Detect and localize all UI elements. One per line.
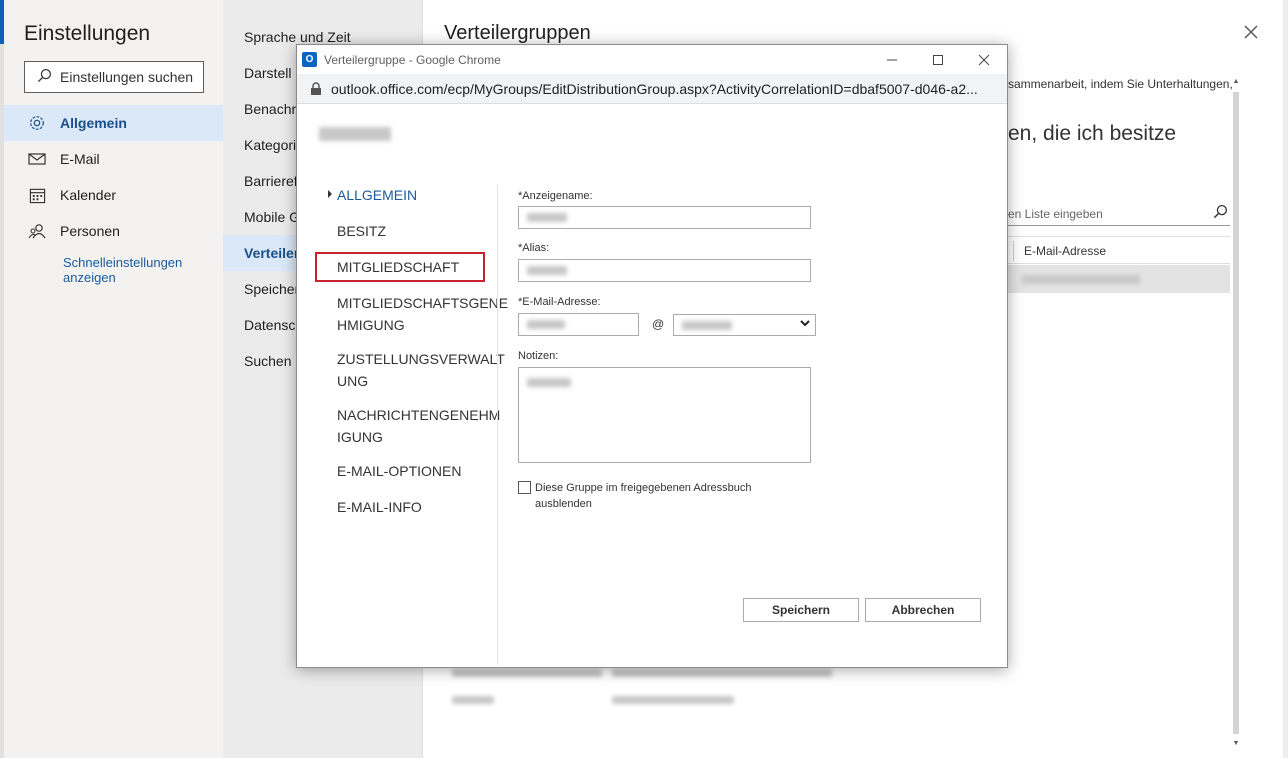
email-local-input[interactable] (518, 313, 639, 336)
minimize-button[interactable] (870, 48, 914, 72)
display-name-label: *Anzeigename: (518, 190, 593, 202)
nav-item-label: Kalender (60, 187, 117, 203)
tab-email-optionen[interactable]: E-MAIL-OPTIONEN (337, 460, 497, 482)
distribution-group-dialog: O Verteilergruppe - Google Chrome outloo… (296, 44, 1008, 668)
window-title: Verteilergruppe - Google Chrome (324, 53, 501, 67)
tab-allgemein[interactable]: ALLGEMEIN (337, 184, 497, 206)
active-tab-arrow-icon (328, 190, 332, 198)
table-row[interactable] (1008, 265, 1230, 293)
email-domain-select[interactable] (673, 314, 816, 336)
chevron-down-icon (799, 317, 811, 332)
right-edge-strip (1283, 0, 1288, 758)
highlight-annotation-box (315, 252, 485, 282)
content-subheading: en, die ich besitze (1008, 122, 1177, 145)
alias-label: *Alias: (518, 242, 550, 254)
settings-nav-pane: Einstellungen Einstellungen suchen Allge… (4, 0, 223, 758)
nav-item-kalender[interactable]: Kalender (4, 177, 223, 213)
save-button[interactable]: Speichern (743, 598, 859, 622)
notes-textarea[interactable] (518, 367, 811, 463)
window-titlebar[interactable]: O Verteilergruppe - Google Chrome (297, 45, 1007, 74)
nav-item-label: Personen (60, 223, 120, 239)
display-name-input[interactable] (518, 206, 811, 229)
content-description: sammenarbeit, indem Sie Unterhaltungen, (1008, 77, 1233, 91)
search-icon[interactable] (1213, 204, 1228, 222)
nav-item-label: Allgemein (60, 115, 127, 131)
page-title: Verteilergruppen (444, 22, 591, 44)
column-header-email[interactable]: E-Mail-Adresse (1024, 244, 1106, 258)
settings-search-box[interactable]: Einstellungen suchen (24, 61, 204, 93)
maximize-button[interactable] (916, 48, 960, 72)
list-search-placeholder: en Liste eingeben (1008, 206, 1103, 221)
email-label: *E-Mail-Adresse: (518, 296, 601, 308)
settings-title: Einstellungen (24, 22, 151, 45)
tab-mitgliedschaftsgenehmigung[interactable]: MITGLIEDSCHAFTSGENE HMIGUNG (337, 292, 508, 336)
window-close-button[interactable] (962, 48, 1006, 72)
outlook-app-icon: O (302, 52, 317, 67)
calendar-icon (28, 186, 46, 204)
tab-zustellungsverwaltung[interactable]: ZUSTELLUNGSVERWALT UNG (337, 348, 505, 392)
nav-item-allgemein[interactable]: Allgemein (4, 105, 223, 141)
blurred-email (1022, 275, 1140, 284)
list-search-input[interactable]: en Liste eingeben (1008, 202, 1230, 226)
cancel-button[interactable]: Abbrechen (865, 598, 981, 622)
address-bar[interactable]: outlook.office.com/ecp/MyGroups/EditDist… (297, 74, 1007, 104)
people-icon (28, 222, 46, 240)
tab-divider (497, 185, 498, 665)
quick-settings-link[interactable]: Schnelleinstellungen anzeigen (63, 255, 213, 285)
content-scrollbar[interactable]: ▲ ▼ (1231, 78, 1241, 750)
close-icon[interactable] (1241, 22, 1261, 42)
blurred-group-name (319, 127, 391, 141)
lock-icon (310, 82, 324, 96)
nav-item-email[interactable]: E-Mail (4, 141, 223, 177)
nav-item-label: E-Mail (60, 151, 100, 167)
notes-label: Notizen: (518, 350, 559, 362)
gear-icon (28, 114, 46, 132)
hide-from-addressbook-checkbox[interactable] (518, 481, 531, 494)
url-text: outlook.office.com/ecp/MyGroups/EditDist… (331, 81, 978, 97)
scroll-down-icon[interactable]: ▼ (1231, 740, 1241, 750)
alias-input[interactable] (518, 259, 811, 282)
tab-nachrichtengenehmigung[interactable]: NACHRICHTENGENEHM IGUNG (337, 404, 500, 448)
tab-email-info[interactable]: E-MAIL-INFO (337, 496, 497, 518)
search-icon (37, 68, 52, 86)
mail-icon (28, 150, 46, 168)
table-header: E-Mail-Adresse (1008, 236, 1230, 264)
settings-search-label: Einstellungen suchen (60, 69, 194, 85)
hide-from-addressbook-label: Diese Gruppe im freigegebenen Adressbuch… (535, 482, 752, 510)
tab-besitz[interactable]: BESITZ (337, 220, 497, 242)
nav-item-personen[interactable]: Personen (4, 213, 223, 249)
scroll-up-icon[interactable]: ▲ (1231, 78, 1241, 88)
at-sign: @ (652, 317, 665, 331)
